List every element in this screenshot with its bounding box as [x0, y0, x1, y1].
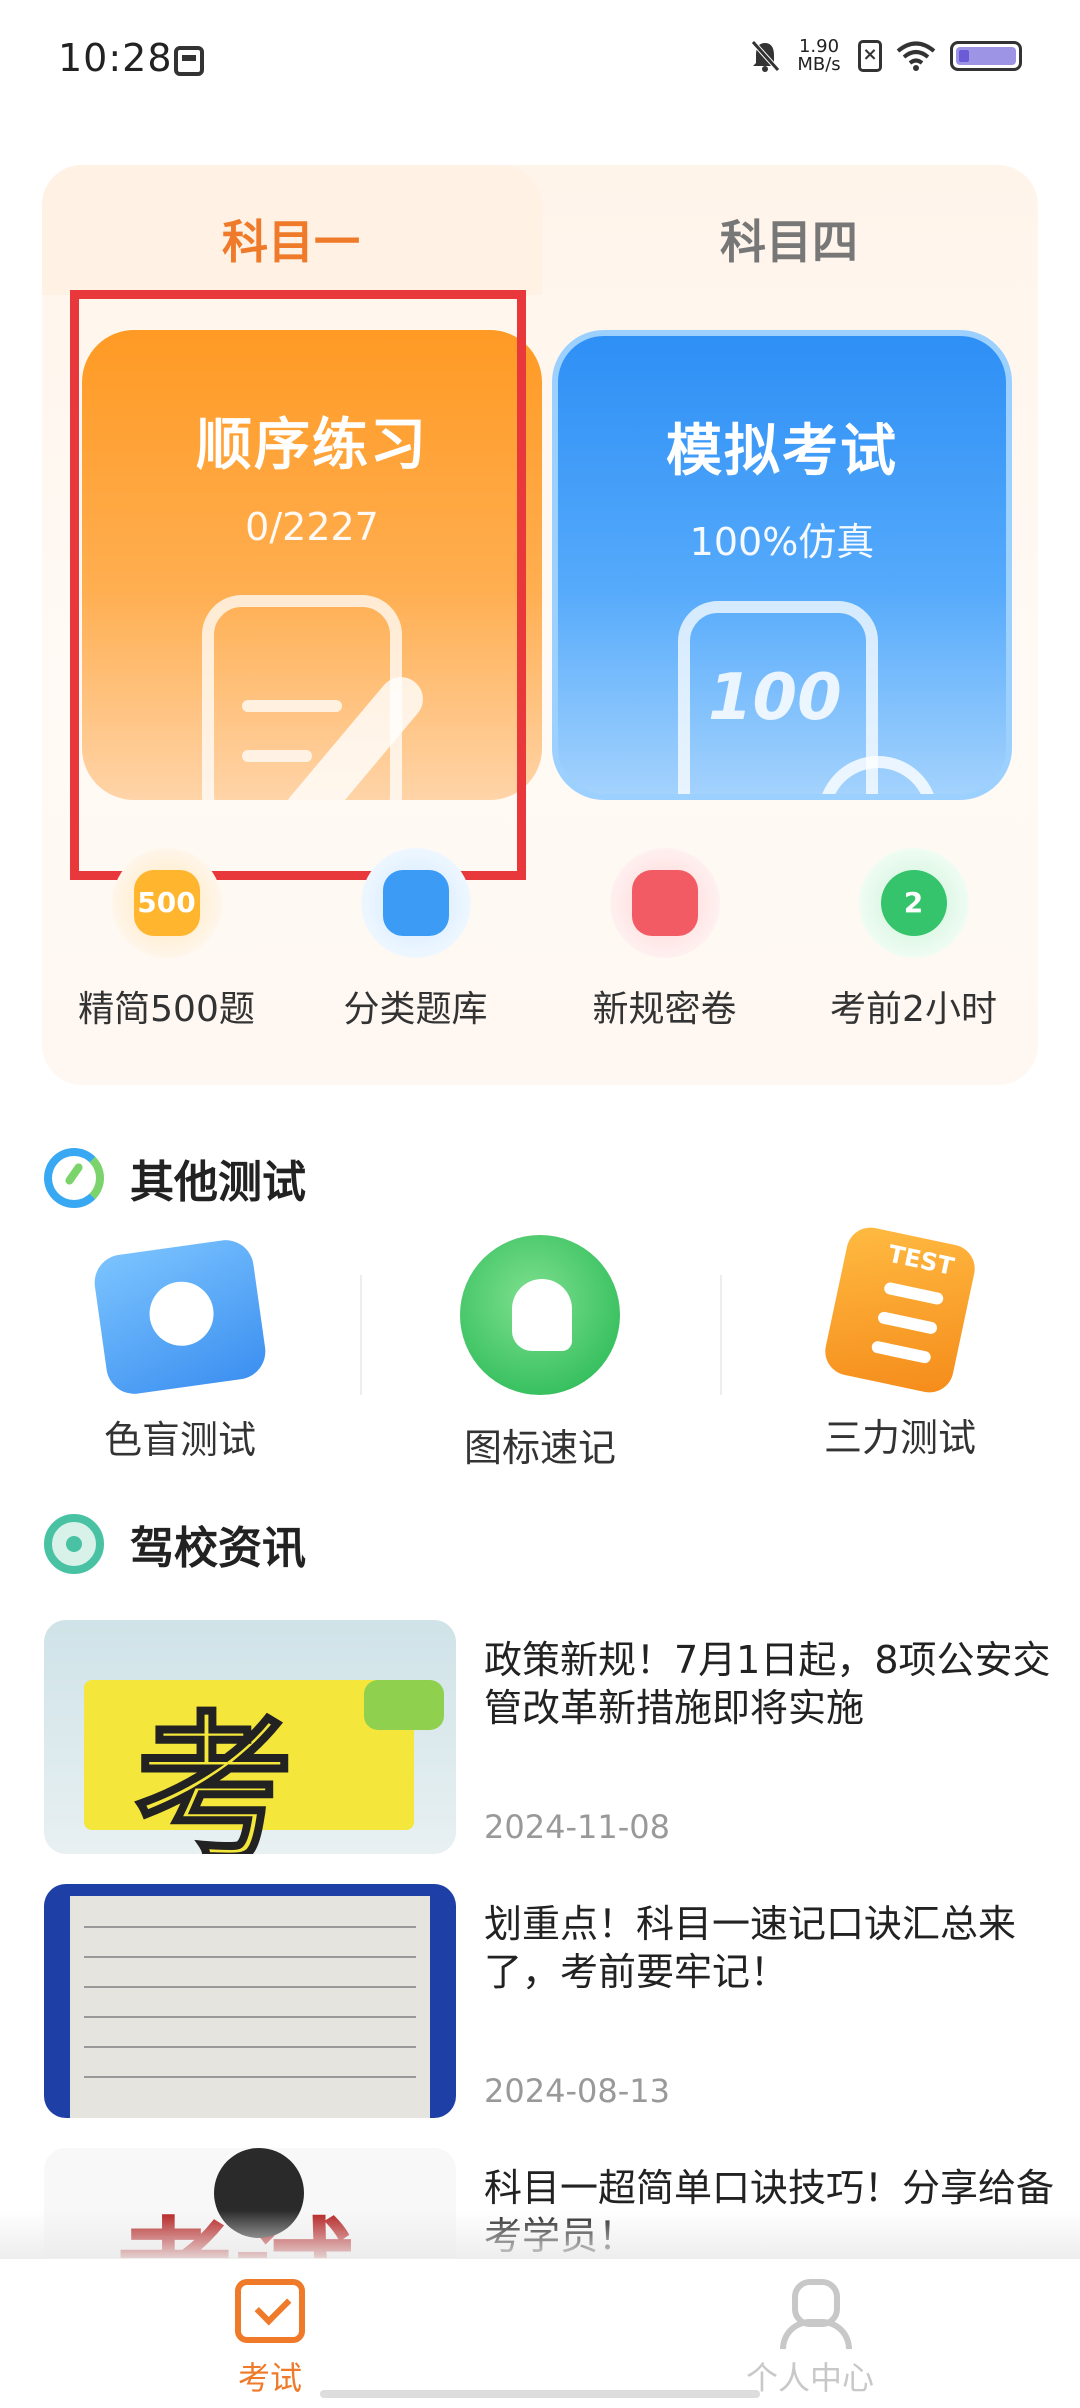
net-speed: 1.90 MB/s — [794, 38, 844, 74]
head-memory-icon — [460, 1235, 620, 1395]
test-list-icon: TEST — [820, 1223, 980, 1397]
highlight-box — [70, 290, 526, 880]
card-title: 模拟考试 — [666, 419, 898, 484]
score-100-badge: 100 — [708, 661, 842, 735]
news-thumbnail: 考 — [44, 1620, 456, 1854]
news-item[interactable]: 考 政策新规！7月1日起，8项公安交管改革新措施即将实施 2024-11-08 — [44, 1620, 1051, 1860]
bottom-fade — [0, 2210, 1080, 2260]
new-rules-paper-icon — [609, 848, 720, 958]
three-abilities-test[interactable]: TEST 三力测试 — [720, 1223, 1080, 1475]
500-icon: 500 — [111, 848, 222, 958]
news-thumbnail — [44, 1884, 456, 2118]
news-title: 划重点！科目一速记口诀汇总来了，考前要牢记！ — [484, 1902, 1017, 1994]
sim-icon — [174, 46, 204, 76]
quick-entry-500[interactable]: 500 精简500题 — [42, 848, 291, 1048]
test-label: 色盲测试 — [103, 1418, 256, 1462]
quick-entries: 500 精简500题 分类题库 新规密卷 2 考前2小时 — [42, 848, 1038, 1048]
wifi-icon — [896, 41, 936, 71]
status-bar: 10:28 1.90 MB/s × — [0, 0, 1080, 120]
status-icons: 1.90 MB/s × — [750, 38, 1022, 74]
news-date: 2024-08-13 — [484, 2072, 670, 2110]
sign-memory-test[interactable]: 图标速记 — [360, 1235, 720, 1475]
stopwatch-icon: 2 — [858, 848, 969, 958]
close-box-icon: × — [858, 40, 882, 72]
exam-icon — [235, 2279, 305, 2343]
school-news-header: 驾校资讯 — [44, 1512, 306, 1576]
news-date: 2024-11-08 — [484, 1808, 670, 1846]
section-title: 其他测试 — [130, 1157, 306, 1208]
steering-wheel-icon — [44, 1514, 104, 1574]
quick-entry-label: 考前2小时 — [830, 989, 997, 1030]
person-icon — [775, 2279, 852, 2349]
tab-subject-one[interactable]: 科目一 — [42, 200, 540, 290]
test-label: 三力测试 — [823, 1416, 976, 1460]
home-indicator — [320, 2390, 760, 2398]
gauge-icon — [44, 1148, 104, 1208]
nav-personal-center[interactable]: 个人中心 — [540, 2259, 1080, 2408]
battery-icon — [950, 41, 1022, 71]
quick-entry-category[interactable]: 分类题库 — [291, 848, 540, 1048]
car-icon — [364, 1680, 444, 1730]
other-tests-row: 色盲测试 图标速记 TEST 三力测试 — [0, 1223, 1080, 1475]
other-tests-header: 其他测试 — [44, 1146, 306, 1210]
news-item[interactable]: 划重点！科目一速记口诀汇总来了，考前要牢记！ 2024-08-13 — [44, 1884, 1040, 2124]
mock-exam-card[interactable]: 模拟考试 100%仿真 100 — [552, 330, 1012, 800]
section-title: 驾校资讯 — [130, 1523, 306, 1574]
mute-bell-icon — [751, 40, 780, 72]
bottom-nav: 考试 个人中心 — [0, 2258, 1080, 2408]
quick-entry-label: 新规密卷 — [592, 989, 737, 1030]
quick-entry-label: 分类题库 — [343, 989, 488, 1030]
quick-entry-new-rules[interactable]: 新规密卷 — [540, 848, 789, 1048]
news-title: 政策新规！7月1日起，8项公安交管改革新措施即将实施 — [484, 1638, 1051, 1730]
category-bank-icon — [360, 848, 471, 958]
subject-tabs: 科目一 科目四 — [42, 200, 1038, 290]
quick-entry-2-hours[interactable]: 2 考前2小时 — [789, 848, 1038, 1048]
color-blind-test[interactable]: 色盲测试 — [0, 1235, 360, 1475]
test-label: 图标速记 — [463, 1426, 616, 1470]
net-speed-unit: MB/s — [797, 54, 841, 75]
quick-entry-label: 精简500题 — [78, 989, 255, 1030]
nav-exam[interactable]: 考试 — [0, 2259, 540, 2408]
status-time: 10:28 — [58, 36, 173, 80]
card-subtitle: 100%仿真 — [689, 520, 875, 564]
tab-subject-four[interactable]: 科目四 — [540, 200, 1038, 290]
palette-icon — [91, 1236, 269, 1398]
